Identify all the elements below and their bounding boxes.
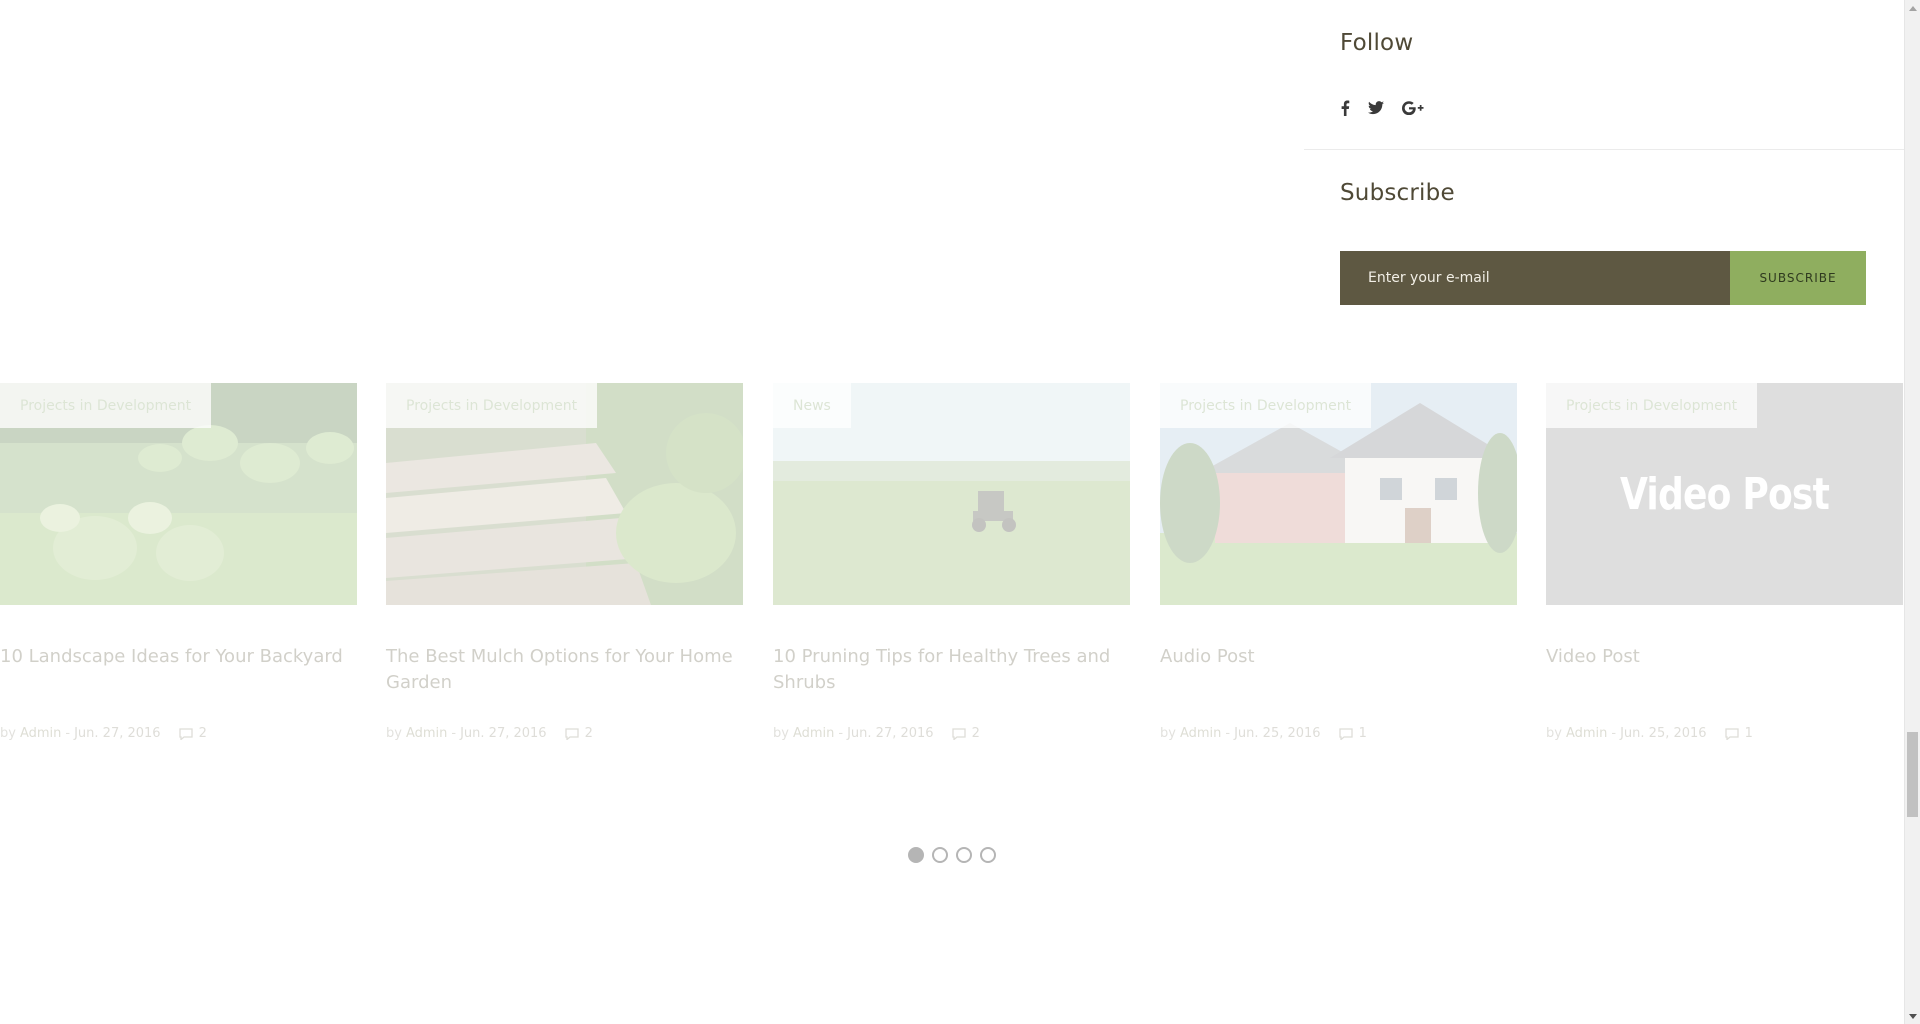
meta-date: Jun. 27, 2016 [460,726,547,741]
meta-comments[interactable]: 1 [1724,726,1753,741]
category-badge[interactable]: Projects in Development [1160,383,1372,428]
meta-separator: - [1225,726,1231,741]
meta-by: by [1160,726,1176,741]
comment-count: 1 [1744,726,1753,741]
posts-carousel: Projects in Development 10 Landscape Ide… [0,383,1904,803]
comment-count: 1 [1358,726,1367,741]
pagination-dot[interactable] [932,847,948,863]
meta-by: by [1546,726,1562,741]
facebook-link[interactable] [1340,96,1350,120]
pagination-dot[interactable] [956,847,972,863]
post-meta: by Admin - Jun. 27, 2016 2 [0,726,357,741]
post-image[interactable]: Projects in Development [0,383,357,605]
caret-down-icon [1909,1013,1917,1019]
comment-icon [564,727,579,740]
meta-comments[interactable]: 2 [178,726,207,741]
meta-separator: - [451,726,457,741]
comment-icon [951,727,966,740]
post-card: News 10 Pruning Tips for Healthy Trees a… [773,383,1130,741]
meta-separator: - [1611,726,1617,741]
post-meta: by Admin - Jun. 25, 2016 1 [1546,726,1903,741]
meta-author[interactable]: Admin [1566,726,1607,741]
comment-count: 2 [971,726,980,741]
meta-comments[interactable]: 1 [1338,726,1367,741]
comment-count: 2 [584,726,593,741]
pagination-dot[interactable] [980,847,996,863]
meta-author[interactable]: Admin [20,726,61,741]
meta-date: Jun. 27, 2016 [74,726,161,741]
twitter-link[interactable] [1368,96,1384,120]
category-badge[interactable]: News [773,383,851,428]
post-meta: by Admin - Jun. 27, 2016 2 [386,726,743,741]
scroll-up-arrow[interactable] [1905,0,1920,16]
post-meta: by Admin - Jun. 25, 2016 1 [1160,726,1517,741]
post-title[interactable]: 10 Pruning Tips for Healthy Trees and Sh… [773,644,1130,706]
post-title[interactable]: Audio Post [1160,644,1517,706]
pagination-dot[interactable] [908,847,924,863]
twitter-icon [1368,101,1384,115]
social-links [1340,96,1442,120]
post-card: Projects in Development The Best Mulch O… [386,383,743,741]
scroll-thumb[interactable] [1907,732,1918,817]
subscribe-form: SUBSCRIBE [1340,251,1866,305]
post-meta: by Admin - Jun. 27, 2016 2 [773,726,1130,741]
category-badge[interactable]: Projects in Development [386,383,598,428]
meta-separator: - [65,726,71,741]
meta-date: Jun. 27, 2016 [847,726,934,741]
email-input[interactable] [1340,251,1730,305]
post-image[interactable]: News [773,383,1130,605]
post-image[interactable]: Projects in Development [1160,383,1517,605]
comment-count: 2 [198,726,207,741]
post-image[interactable]: Video Post Projects in Development [1546,383,1903,605]
meta-comments[interactable]: 2 [564,726,593,741]
meta-by: by [773,726,789,741]
post-card: Projects in Development 10 Landscape Ide… [0,383,357,741]
comment-icon [1724,727,1739,740]
meta-separator: - [838,726,844,741]
meta-comments[interactable]: 2 [951,726,980,741]
category-badge[interactable]: Projects in Development [1546,383,1758,428]
comment-icon [1338,727,1353,740]
post-card: Video Post Projects in Development Video… [1546,383,1903,741]
category-badge[interactable]: Projects in Development [0,383,212,428]
post-card: Projects in Development Audio Post by Ad… [1160,383,1517,741]
post-title[interactable]: 10 Landscape Ideas for Your Backyard [0,644,357,706]
scroll-down-arrow[interactable] [1905,1008,1920,1024]
meta-author[interactable]: Admin [793,726,834,741]
google-plus-icon [1402,101,1424,115]
follow-widget: Follow [1304,0,1904,150]
post-title[interactable]: The Best Mulch Options for Your Home Gar… [386,644,743,706]
vertical-scrollbar[interactable] [1904,0,1920,1024]
subscribe-widget: Subscribe SUBSCRIBE [1304,150,1904,310]
caret-up-icon [1909,5,1917,11]
post-title[interactable]: Video Post [1546,644,1903,706]
comment-icon [178,727,193,740]
meta-author[interactable]: Admin [406,726,447,741]
meta-by: by [386,726,402,741]
meta-by: by [0,726,16,741]
carousel-pagination [908,847,996,863]
subscribe-title: Subscribe [1340,180,1455,206]
google-plus-link[interactable] [1402,96,1424,120]
meta-date: Jun. 25, 2016 [1620,726,1707,741]
meta-author[interactable]: Admin [1180,726,1221,741]
meta-date: Jun. 25, 2016 [1234,726,1321,741]
post-image[interactable]: Projects in Development [386,383,743,605]
facebook-icon [1341,100,1350,116]
page: Follow Subscribe S [0,0,1920,1024]
subscribe-button[interactable]: SUBSCRIBE [1730,251,1866,305]
follow-title: Follow [1340,30,1414,56]
